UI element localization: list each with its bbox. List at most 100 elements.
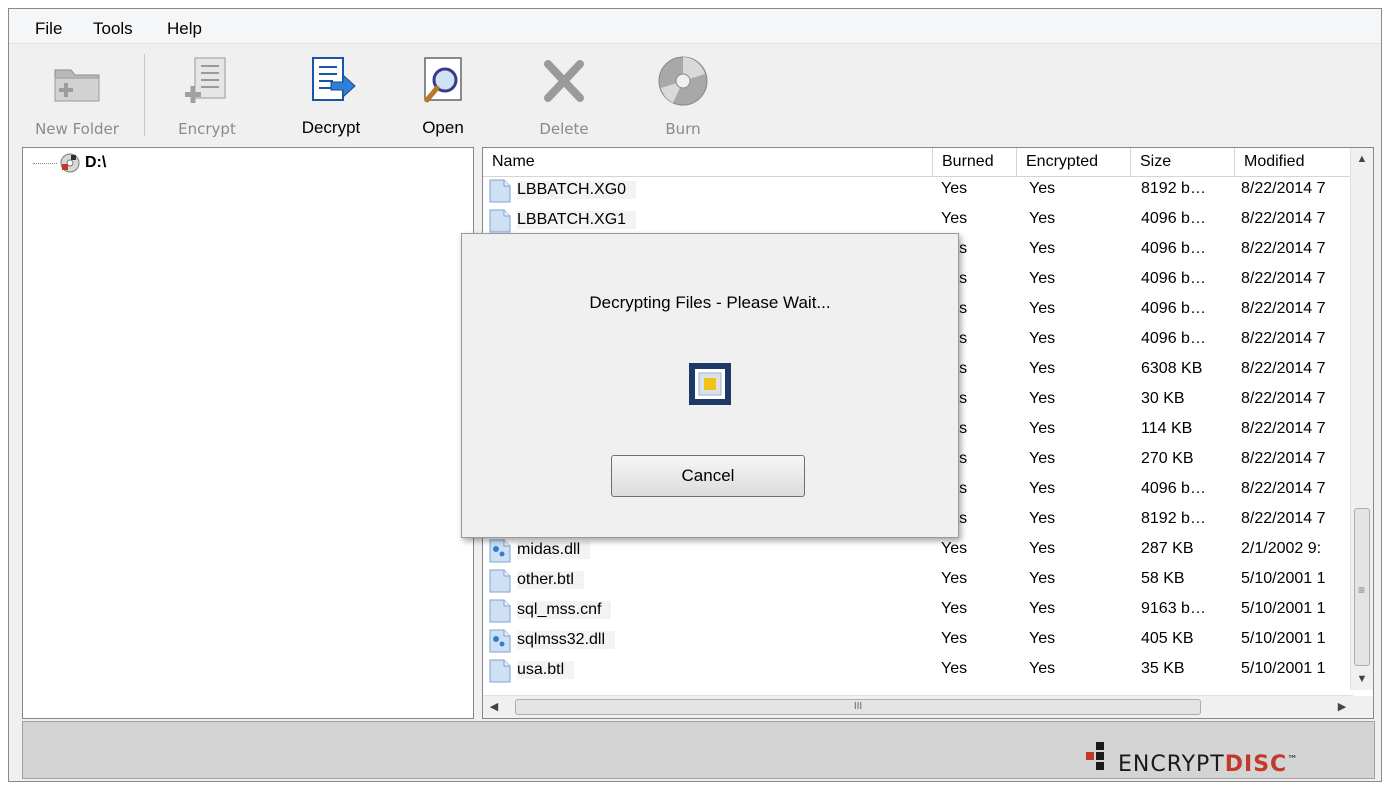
encrypted-cell: Yes [1029, 360, 1056, 377]
file-icon [489, 659, 511, 683]
size-cell: 8192 b… [1141, 510, 1206, 527]
size-cell: 287 KB [1141, 540, 1194, 557]
size-cell: 4096 b… [1141, 240, 1206, 257]
encrypt-icon [185, 57, 226, 103]
tree-node-label: D:\ [85, 154, 107, 171]
list-header: Name Burned Encrypted Size Modified [483, 148, 1373, 177]
scroll-left-arrow-icon[interactable]: ◀ [483, 696, 505, 718]
new-folder-button[interactable]: New Folder [23, 50, 131, 142]
open-label: Open [422, 118, 464, 137]
file-icon [489, 179, 511, 203]
table-row[interactable]: sqlmss32.dll Yes Yes 405 KB 5/10/2001 1 [483, 626, 1373, 656]
delete-icon [544, 60, 584, 102]
scroll-down-arrow-icon[interactable]: ▼ [1351, 668, 1373, 690]
folder-tree: D:\ [22, 147, 474, 719]
delete-button[interactable]: Delete [523, 50, 605, 142]
size-cell: 6308 KB [1141, 360, 1203, 377]
column-header-size[interactable]: Size [1131, 148, 1235, 176]
table-row[interactable]: LBBATCH.XG0 Yes Yes 8192 b… 8/22/2014 7 [483, 176, 1373, 206]
tree-connector [33, 163, 57, 164]
encrypted-cell: Yes [1029, 210, 1056, 227]
decrypt-icon [312, 57, 356, 101]
file-icon [489, 599, 511, 623]
encrypt-button[interactable]: Encrypt [159, 50, 255, 142]
encrypted-cell: Yes [1029, 540, 1056, 557]
open-button[interactable]: Open [405, 50, 481, 142]
file-name: other.btl [517, 571, 584, 589]
burned-cell: Yes [941, 570, 968, 587]
name-cell: LBBATCH.XG1 [489, 208, 919, 234]
menu-tools[interactable]: Tools [93, 19, 133, 39]
logo-trademark: ™ [1287, 754, 1299, 766]
progress-spinner-icon [689, 363, 731, 405]
burn-button[interactable]: Burn [645, 50, 721, 142]
encrypted-cell: Yes [1029, 330, 1056, 347]
disc-icon [658, 56, 708, 106]
encrypted-drive-icon [60, 153, 80, 173]
name-cell: midas.dll [489, 538, 919, 564]
modified-cell: 8/22/2014 7 [1241, 240, 1326, 257]
vertical-scroll-thumb[interactable]: ≡ [1354, 508, 1370, 666]
modified-cell: 8/22/2014 7 [1241, 420, 1326, 437]
file-name: LBBATCH.XG1 [517, 211, 637, 229]
burned-cell: Yes [941, 600, 968, 617]
name-cell: other.btl [489, 568, 919, 594]
table-row[interactable]: sql_mss.cnf Yes Yes 9163 b… 5/10/2001 1 [483, 596, 1373, 626]
size-cell: 58 KB [1141, 570, 1185, 587]
size-cell: 114 KB [1141, 420, 1193, 437]
table-row[interactable]: LBBATCH.XG1 Yes Yes 4096 b… 8/22/2014 7 [483, 206, 1373, 236]
modified-cell: 5/10/2001 1 [1241, 660, 1326, 677]
burned-cell: Yes [941, 210, 968, 227]
size-cell: 4096 b… [1141, 300, 1206, 317]
column-header-name[interactable]: Name [483, 148, 933, 176]
modified-cell: 8/22/2014 7 [1241, 270, 1326, 287]
decrypt-button[interactable]: Decrypt [285, 50, 377, 142]
logo-text: ENCRYPTDISC™ [1118, 752, 1298, 777]
burned-cell: Yes [941, 540, 968, 557]
dll-file-icon [489, 539, 511, 563]
column-header-burned[interactable]: Burned [933, 148, 1017, 176]
encryptdisc-logo: ENCRYPTDISC™ [1086, 742, 1366, 777]
size-cell: 4096 b… [1141, 330, 1206, 347]
encrypted-cell: Yes [1029, 450, 1056, 467]
modified-cell: 8/22/2014 7 [1241, 360, 1326, 377]
dialog-message: Decrypting Files - Please Wait... [589, 293, 831, 312]
encrypted-cell: Yes [1029, 660, 1056, 677]
column-header-modified[interactable]: Modified [1235, 148, 1353, 176]
table-row[interactable]: midas.dll Yes Yes 287 KB 2/1/2002 9: [483, 536, 1373, 566]
new-folder-label: New Folder [35, 120, 119, 138]
modified-cell: 8/22/2014 7 [1241, 450, 1326, 467]
encrypted-cell: Yes [1029, 630, 1056, 647]
burned-cell: Yes [941, 660, 968, 677]
name-cell: sqlmss32.dll [489, 628, 919, 654]
logo-text-encrypt: ENCRYPT [1118, 752, 1225, 777]
size-cell: 35 KB [1141, 660, 1185, 677]
horizontal-scroll-thumb[interactable]: III [515, 699, 1201, 715]
encrypted-cell: Yes [1029, 180, 1056, 197]
menu-bar: File Tools Help [9, 9, 1381, 44]
burned-cell: Yes [941, 630, 968, 647]
column-header-encrypted[interactable]: Encrypted [1017, 148, 1131, 176]
vertical-scrollbar[interactable]: ▲ ≡ ▼ [1350, 148, 1373, 690]
menu-help[interactable]: Help [167, 19, 202, 39]
decrypt-label: Decrypt [301, 118, 361, 137]
horizontal-scrollbar[interactable]: ◀ III ▶ [483, 695, 1353, 718]
modified-cell: 8/22/2014 7 [1241, 390, 1326, 407]
cancel-button[interactable]: Cancel [611, 455, 805, 497]
encrypt-label: Encrypt [178, 120, 236, 138]
burn-label: Burn [665, 120, 701, 138]
table-row[interactable]: other.btl Yes Yes 58 KB 5/10/2001 1 [483, 566, 1373, 596]
logo-text-disc: DISC [1224, 752, 1288, 777]
scroll-up-arrow-icon[interactable]: ▲ [1351, 148, 1373, 170]
encrypted-cell: Yes [1029, 300, 1056, 317]
file-name: sql_mss.cnf [517, 601, 612, 619]
scroll-right-arrow-icon[interactable]: ▶ [1331, 696, 1353, 718]
encrypted-cell: Yes [1029, 510, 1056, 527]
table-row[interactable]: usa.btl Yes Yes 35 KB 5/10/2001 1 [483, 656, 1373, 686]
size-grip-icon[interactable] [1351, 696, 1373, 718]
size-cell: 4096 b… [1141, 270, 1206, 287]
file-name: sqlmss32.dll [517, 631, 616, 649]
menu-file[interactable]: File [35, 19, 62, 39]
encrypted-cell: Yes [1029, 420, 1056, 437]
size-cell: 270 KB [1141, 450, 1194, 467]
